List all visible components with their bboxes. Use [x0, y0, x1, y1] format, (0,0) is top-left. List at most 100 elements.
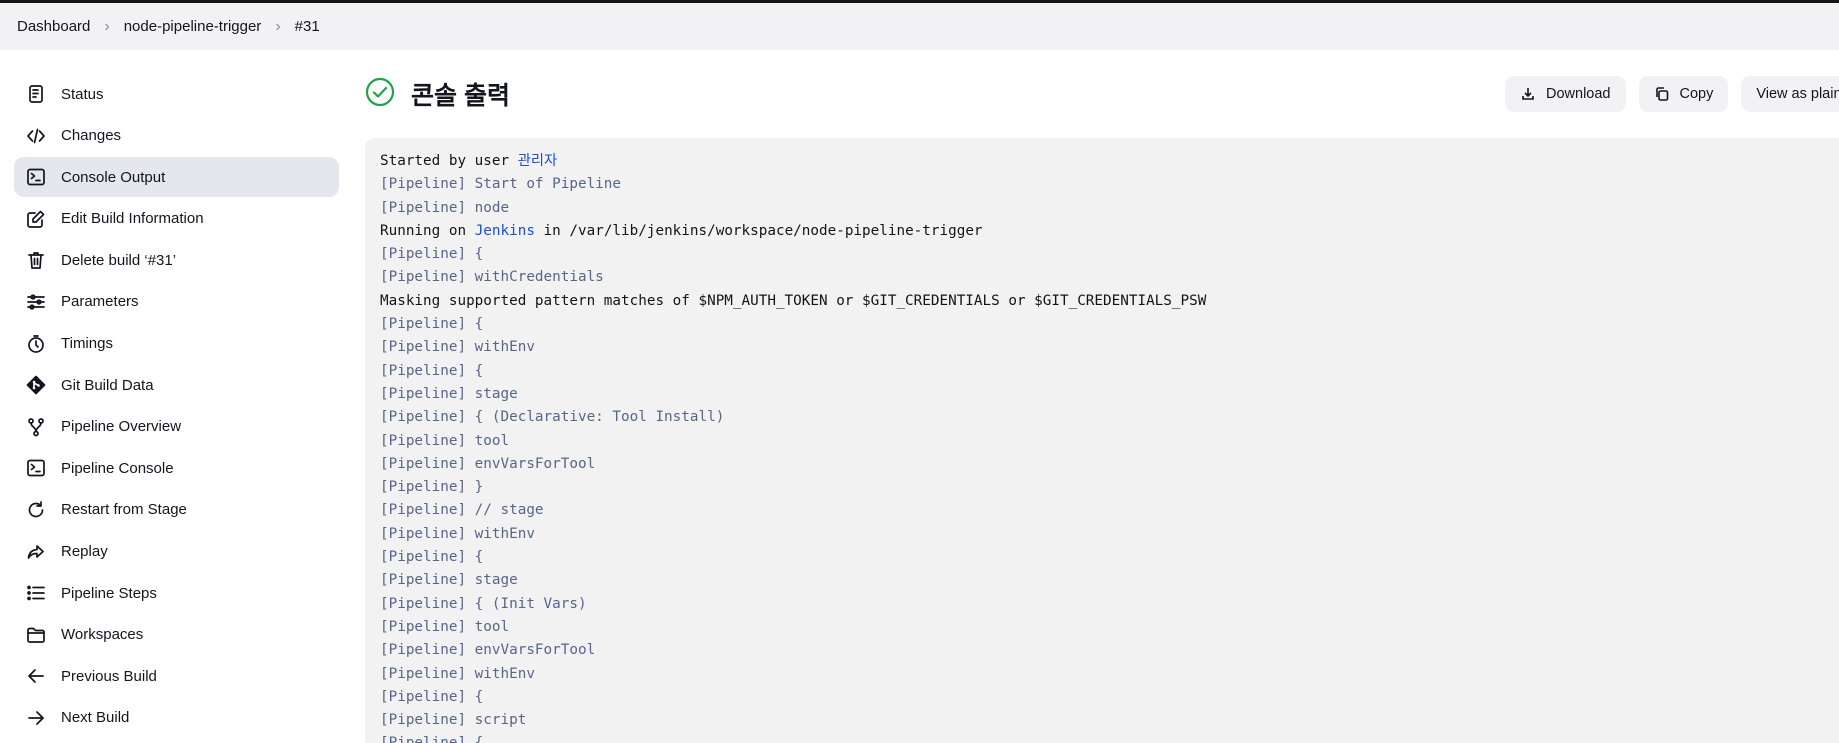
breadcrumb-job[interactable]: node-pipeline-trigger — [124, 18, 262, 35]
stopwatch-icon — [25, 333, 47, 355]
console-line: [Pipeline] node — [380, 197, 1839, 220]
view-as-plain-button[interactable]: View as plain — [1741, 76, 1839, 112]
restart-icon — [25, 499, 47, 521]
console-line: [Pipeline] tool — [380, 430, 1839, 453]
console-line: [Pipeline] { (Declarative: Tool Install) — [380, 406, 1839, 429]
console-text: [Pipeline] withEnv — [380, 525, 535, 542]
download-label: Download — [1546, 86, 1611, 102]
console-actions: Download Copy View as plain — [1505, 76, 1839, 112]
page-header: 콘솔 출력 — [365, 76, 510, 112]
console-line: [Pipeline] // stage — [380, 499, 1839, 522]
console-text: [Pipeline] // stage — [380, 502, 544, 519]
console-link[interactable]: 관리자 — [518, 153, 557, 169]
console-text: [Pipeline] { — [380, 735, 483, 743]
sidebar-item-replay[interactable]: Replay — [14, 532, 339, 572]
git-icon — [25, 374, 47, 396]
console-line: Running on Jenkins in /var/lib/jenkins/w… — [380, 220, 1839, 243]
console-text: [Pipeline] Start of Pipeline — [380, 176, 622, 193]
console-line: [Pipeline] withEnv — [380, 336, 1839, 359]
sidebar-item-status[interactable]: Status — [14, 74, 339, 114]
sidebar-item-pipeline-console[interactable]: Pipeline Console — [14, 448, 339, 488]
sidebar-item-label: Restart from Stage — [61, 501, 187, 519]
console-text: [Pipeline] withEnv — [380, 665, 535, 682]
sidebar-item-next-build[interactable]: Next Build — [14, 698, 339, 738]
list-icon — [25, 582, 47, 604]
branch-icon — [25, 416, 47, 438]
console-line: Masking supported pattern matches of $NP… — [380, 290, 1839, 313]
console-line: [Pipeline] withEnv — [380, 663, 1839, 686]
copy-icon — [1655, 87, 1668, 101]
sidebar-item-changes[interactable]: Changes — [14, 116, 339, 156]
sidebar-item-label: Replay — [61, 543, 108, 561]
console-line: [Pipeline] } — [380, 476, 1839, 499]
chevron-right-icon: › — [275, 17, 281, 35]
sidebar-item-label: Pipeline Steps — [61, 584, 157, 602]
sliders-icon — [25, 291, 47, 313]
console-line: [Pipeline] { — [380, 313, 1839, 336]
breadcrumb-dashboard[interactable]: Dashboard — [17, 18, 90, 35]
sidebar-item-label: Changes — [61, 127, 122, 145]
console-line: [Pipeline] withEnv — [380, 523, 1839, 546]
sidebar-item-label: Parameters — [61, 293, 139, 311]
console-text: [Pipeline] tool — [380, 432, 510, 449]
replay-icon — [25, 541, 47, 563]
sidebar-item-label: Delete build ‘#31’ — [61, 251, 177, 269]
sidebar-item-delete-build-31[interactable]: Delete build ‘#31’ — [14, 240, 339, 280]
breadcrumb-build[interactable]: #31 — [295, 18, 320, 35]
console-line: [Pipeline] stage — [380, 569, 1839, 592]
copy-button[interactable]: Copy — [1638, 76, 1729, 112]
sidebar-item-restart-from-stage[interactable]: Restart from Stage — [14, 490, 339, 530]
console-text: [Pipeline] stage — [380, 572, 518, 589]
sidebar-item-workspaces[interactable]: Workspaces — [14, 615, 339, 655]
console-text: Running on — [380, 222, 475, 239]
sidebar-item-edit-build-information[interactable]: Edit Build Information — [14, 199, 339, 239]
console-text: Started by user — [380, 153, 518, 169]
console-text: [Pipeline] envVarsForTool — [380, 642, 596, 659]
sidebar-item-console-output[interactable]: Console Output — [14, 157, 339, 198]
console-text: [Pipeline] withEnv — [380, 339, 535, 356]
console-line: [Pipeline] envVarsForTool — [380, 639, 1839, 662]
console-text: [Pipeline] { (Declarative: Tool Install) — [380, 409, 725, 426]
code-icon — [25, 125, 47, 147]
sidebar-item-label: Git Build Data — [61, 376, 154, 394]
console-text: [Pipeline] envVarsForTool — [380, 455, 596, 472]
console-line: Started by user 관리자 — [380, 150, 1839, 173]
download-icon — [1522, 88, 1534, 100]
console-output: Started by user 관리자 [Pipeline] Start of P… — [365, 138, 1839, 743]
console-line: [Pipeline] { — [380, 243, 1839, 266]
sidebar-item-pipeline-steps[interactable]: Pipeline Steps — [14, 573, 339, 613]
terminal-icon — [25, 457, 47, 479]
console-text: [Pipeline] withCredentials — [380, 269, 604, 286]
console-text: [Pipeline] { — [380, 688, 484, 705]
sidebar: Status Changes Console Output Edit Build In… — [14, 74, 339, 740]
console-text: [Pipeline] { — [380, 362, 484, 379]
console-line: [Pipeline] envVarsForTool — [380, 453, 1839, 476]
console-line: [Pipeline] script — [380, 709, 1839, 732]
download-button[interactable]: Download — [1505, 76, 1626, 112]
breadcrumb: Dashboard › node-pipeline-trigger › #31 — [0, 0, 1839, 50]
sidebar-item-label: Status — [61, 85, 104, 103]
console-text: [Pipeline] { (Init Vars) — [380, 595, 587, 612]
console-line: [Pipeline] tool — [380, 616, 1839, 639]
sidebar-item-parameters[interactable]: Parameters — [14, 282, 339, 322]
sidebar-item-timings[interactable]: Timings — [14, 324, 339, 364]
console-link[interactable]: Jenkins — [475, 223, 535, 239]
console-text: [Pipeline] node — [380, 199, 510, 216]
folder-icon — [25, 624, 47, 646]
sidebar-item-label: Previous Build — [61, 667, 157, 685]
sidebar-item-label: Timings — [61, 335, 113, 353]
console-line: [Pipeline] stage — [380, 383, 1839, 406]
edit-icon — [25, 208, 47, 230]
sidebar-item-label: Workspaces — [61, 626, 144, 644]
sidebar-item-previous-build[interactable]: Previous Build — [14, 656, 339, 696]
console-text: [Pipeline] { — [380, 246, 484, 263]
arrow-right-icon — [25, 707, 47, 729]
console-text: [Pipeline] tool — [380, 618, 510, 635]
sidebar-item-label: Next Build — [61, 709, 130, 727]
trash-icon — [25, 249, 47, 271]
sidebar-item-pipeline-overview[interactable]: Pipeline Overview — [14, 407, 339, 447]
console-text: [Pipeline] stage — [380, 385, 518, 402]
sidebar-item-git-build-data[interactable]: Git Build Data — [14, 365, 339, 405]
chevron-right-icon: › — [104, 17, 110, 35]
console-line: [Pipeline] { — [380, 686, 1839, 709]
